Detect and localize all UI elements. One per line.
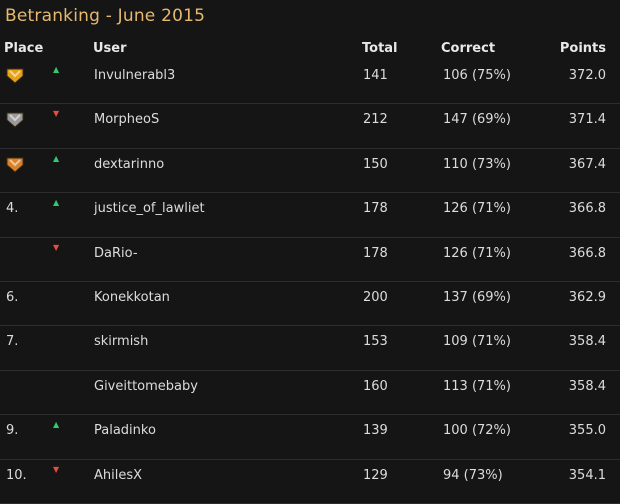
gold-medal-icon bbox=[5, 67, 25, 85]
header-total: Total bbox=[362, 41, 398, 56]
place-number: 6. bbox=[6, 289, 19, 305]
total-bets: 160 bbox=[363, 378, 388, 394]
user-name-link[interactable]: Paladinko bbox=[94, 423, 156, 438]
points-value: 372.0 bbox=[568, 68, 606, 83]
table-row: 4. ▲ justice_of_lawliet 178 126 (71%) 366.8 bbox=[0, 193, 620, 238]
total-bets: 200 bbox=[363, 289, 388, 305]
header-points: Points bbox=[559, 41, 606, 56]
points-value: 358.4 bbox=[568, 334, 606, 350]
trend-down-icon: ▼ bbox=[53, 242, 60, 252]
trend-up-icon: ▲ bbox=[53, 420, 60, 430]
correct-bets: 126 (71%) bbox=[443, 201, 511, 217]
table-row: 6. Konekkotan 200 137 (69%) 362.9 bbox=[0, 282, 620, 327]
user-name-link[interactable]: AhilesX bbox=[94, 468, 142, 483]
points-value: 362.9 bbox=[568, 289, 606, 305]
user-name-link[interactable]: Giveittomebaby bbox=[94, 379, 198, 394]
trend-up-icon: ▲ bbox=[53, 65, 60, 74]
points-value: 358.4 bbox=[568, 378, 606, 394]
correct-bets: 109 (71%) bbox=[443, 334, 511, 350]
total-bets: 141 bbox=[363, 68, 388, 83]
total-bets: 139 bbox=[363, 423, 388, 439]
header-place: Place bbox=[4, 41, 44, 56]
points-value: 366.8 bbox=[568, 201, 606, 217]
betranking-panel: Betranking - June 2015 Place User Total … bbox=[0, 0, 620, 504]
total-bets: 178 bbox=[363, 201, 388, 217]
user-name-link[interactable]: Konekkotan bbox=[94, 290, 170, 305]
table-row: ▲ Invulnerabl3 141 106 (75%) 372.0 bbox=[0, 60, 620, 105]
header-correct: Correct bbox=[441, 41, 496, 56]
total-bets: 153 bbox=[363, 334, 388, 350]
user-name-link[interactable]: Invulnerabl3 bbox=[94, 68, 175, 83]
total-bets: 178 bbox=[363, 245, 388, 261]
correct-bets: 106 (75%) bbox=[443, 68, 511, 83]
table-row: ▼ DaRio- 178 126 (71%) 366.8 bbox=[0, 238, 620, 282]
correct-bets: 94 (73%) bbox=[443, 467, 503, 483]
points-value: 371.4 bbox=[568, 112, 606, 128]
trend-up-icon: ▲ bbox=[53, 153, 60, 163]
points-value: 354.1 bbox=[568, 467, 606, 483]
points-value: 367.4 bbox=[568, 156, 606, 172]
total-bets: 129 bbox=[363, 467, 388, 483]
page-title: Betranking - June 2015 bbox=[5, 6, 206, 26]
table-header: Place User Total Correct Points bbox=[0, 38, 620, 60]
trend-up-icon: ▲ bbox=[53, 198, 60, 208]
table-row: 10. ▼ AhilesX 129 94 (73%) 354.1 bbox=[0, 460, 620, 504]
user-name-link[interactable]: MorpheoS bbox=[94, 112, 159, 127]
table-row: ▼ MorpheoS 212 147 (69%) 371.4 bbox=[0, 104, 620, 149]
place-number: 7. bbox=[6, 334, 19, 350]
table-row: 7. skirmish 153 109 (71%) 358.4 bbox=[0, 326, 620, 371]
correct-bets: 100 (72%) bbox=[443, 423, 511, 439]
table-row: 9. ▲ Paladinko 139 100 (72%) 355.0 bbox=[0, 415, 620, 460]
correct-bets: 113 (71%) bbox=[443, 378, 511, 394]
user-name-link[interactable]: dextarinno bbox=[94, 157, 164, 172]
table-row: Giveittomebaby 160 113 (71%) 358.4 bbox=[0, 371, 620, 416]
correct-bets: 110 (73%) bbox=[443, 156, 511, 172]
points-value: 366.8 bbox=[568, 245, 606, 261]
correct-bets: 147 (69%) bbox=[443, 112, 511, 128]
user-name-link[interactable]: justice_of_lawliet bbox=[94, 201, 205, 216]
place-number: 4. bbox=[6, 201, 19, 217]
bronze-medal-icon bbox=[5, 156, 25, 174]
place-number: 9. bbox=[6, 423, 19, 439]
header-user: User bbox=[93, 41, 127, 56]
user-name-link[interactable]: skirmish bbox=[94, 334, 148, 349]
correct-bets: 126 (71%) bbox=[443, 245, 511, 261]
table-row: ▲ dextarinno 150 110 (73%) 367.4 bbox=[0, 149, 620, 194]
points-value: 355.0 bbox=[568, 423, 606, 439]
total-bets: 150 bbox=[363, 156, 388, 172]
total-bets: 212 bbox=[363, 112, 388, 128]
place-number: 10. bbox=[6, 467, 27, 483]
correct-bets: 137 (69%) bbox=[443, 289, 511, 305]
trend-down-icon: ▼ bbox=[53, 464, 60, 474]
ranking-list: ▲ Invulnerabl3 141 106 (75%) 372.0 ▼ MorpheoS… bbox=[0, 60, 620, 504]
silver-medal-icon bbox=[5, 111, 25, 129]
trend-down-icon: ▼ bbox=[53, 109, 60, 119]
user-name-link[interactable]: DaRio- bbox=[94, 246, 138, 261]
